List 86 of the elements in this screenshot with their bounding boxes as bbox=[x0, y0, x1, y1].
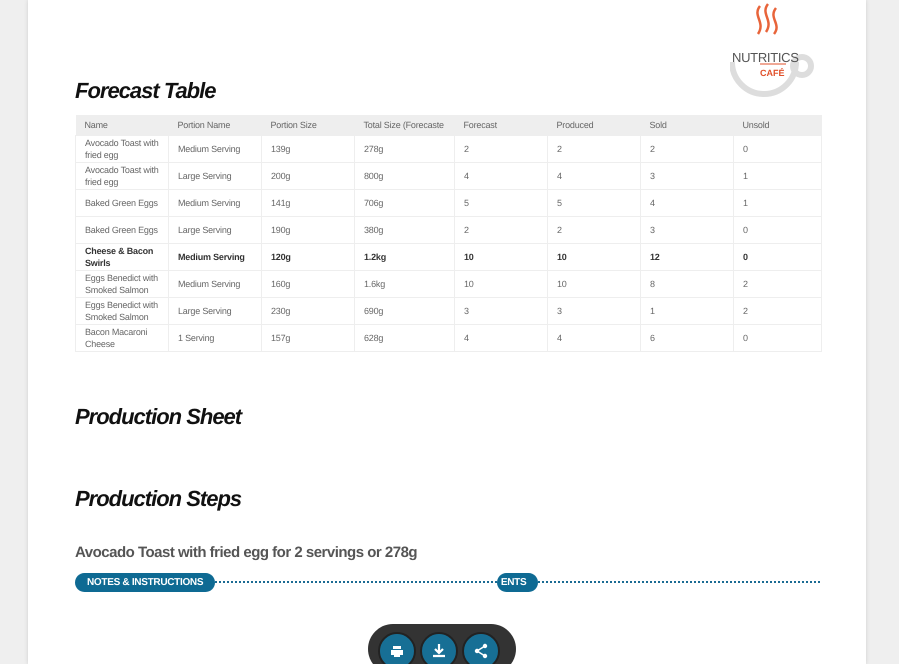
table-cell: 1 bbox=[640, 298, 734, 324]
table-cell: Bacon Macaroni Cheese bbox=[76, 324, 168, 352]
table-cell: 10 bbox=[454, 270, 548, 298]
logo-text: NUTRITICS bbox=[732, 50, 799, 65]
table-cell: 278g bbox=[354, 136, 454, 162]
table-cell: 160g bbox=[262, 270, 354, 298]
section-title: Production Sheet bbox=[75, 404, 244, 430]
table-cell: 0 bbox=[734, 244, 822, 270]
table-cell: Avocado Toast with fried egg bbox=[76, 136, 168, 162]
table-cell: 200g bbox=[262, 162, 354, 190]
table-cell: 706g bbox=[354, 190, 454, 216]
table-cell: 1 bbox=[734, 190, 822, 216]
table-cell: Eggs Benedict with Smoked Salmon bbox=[76, 298, 168, 324]
column-header: Portion Name bbox=[168, 115, 262, 136]
table-cell: 4 bbox=[454, 162, 548, 190]
table-cell: 1.2kg bbox=[354, 244, 454, 270]
column-header: Name bbox=[76, 115, 168, 136]
table-cell: 10 bbox=[454, 244, 548, 270]
column-header: Portion Size bbox=[262, 115, 354, 136]
recipe-heading: Avocado Toast with fried egg for 2 servings or 278g bbox=[75, 544, 418, 562]
table-cell: 4 bbox=[548, 324, 640, 352]
table-cell: 628g bbox=[354, 324, 454, 352]
table-cell: Baked Green Eggs bbox=[76, 190, 168, 216]
table-cell: 3 bbox=[640, 162, 734, 190]
table-cell: 2 bbox=[454, 216, 548, 244]
table-cell: 12 bbox=[640, 244, 734, 270]
table-cell: Baked Green Eggs bbox=[76, 216, 168, 244]
share-button[interactable] bbox=[462, 632, 500, 664]
table-cell: Large Serving bbox=[168, 216, 262, 244]
table-cell: 3 bbox=[454, 298, 548, 324]
table-cell: 190g bbox=[262, 216, 354, 244]
table-cell: 139g bbox=[262, 136, 354, 162]
table-cell: 0 bbox=[734, 136, 822, 162]
section-title: Forecast Table bbox=[75, 78, 216, 104]
table-cell: Cheese & Bacon Swirls bbox=[76, 244, 168, 270]
print-button[interactable] bbox=[378, 632, 416, 664]
column-header: Total Size (Forecaste bbox=[354, 115, 454, 136]
table-cell: 4 bbox=[454, 324, 548, 352]
table-cell: Large Serving bbox=[168, 298, 262, 324]
table-cell: 0 bbox=[734, 324, 822, 352]
column-header: Sold bbox=[640, 115, 734, 136]
column-header: Forecast bbox=[454, 115, 548, 136]
table-cell: 10 bbox=[548, 244, 640, 270]
table-cell: 3 bbox=[640, 216, 734, 244]
share-icon bbox=[473, 643, 489, 659]
table-cell: 2 bbox=[734, 270, 822, 298]
table-cell: 157g bbox=[262, 324, 354, 352]
table-cell: 230g bbox=[262, 298, 354, 324]
table-cell: Medium Serving bbox=[168, 136, 262, 162]
table-cell: 2 bbox=[734, 298, 822, 324]
table-cell: 4 bbox=[548, 162, 640, 190]
table-cell: 0 bbox=[734, 216, 822, 244]
table-cell: 8 bbox=[640, 270, 734, 298]
download-button[interactable] bbox=[420, 632, 458, 664]
table-cell: Avocado Toast with fried egg bbox=[76, 162, 168, 190]
section-title: Production Steps bbox=[75, 486, 242, 512]
table-cell: 380g bbox=[354, 216, 454, 244]
table-cell: 3 bbox=[548, 298, 640, 324]
table-cell: 6 bbox=[640, 324, 734, 352]
table-cell: 141g bbox=[262, 190, 354, 216]
table-cell: 5 bbox=[548, 190, 640, 216]
column-header: Produced bbox=[548, 115, 640, 136]
table-cell: 10 bbox=[548, 270, 640, 298]
table-cell: 120g bbox=[262, 244, 354, 270]
section-tab[interactable]: ENTS bbox=[496, 572, 538, 592]
table-cell: 1.6kg bbox=[354, 270, 454, 298]
table-cell: 1 Serving bbox=[168, 324, 262, 352]
print-icon bbox=[389, 643, 405, 659]
table-cell: Large Serving bbox=[168, 162, 262, 190]
table-cell: 1 bbox=[734, 162, 822, 190]
column-header: Unsold bbox=[734, 115, 822, 136]
table-cell: 2 bbox=[548, 216, 640, 244]
table-cell: 2 bbox=[640, 136, 734, 162]
table-cell: 2 bbox=[454, 136, 548, 162]
table-cell: 5 bbox=[454, 190, 548, 216]
table-cell: Eggs Benedict with Smoked Salmon bbox=[76, 270, 168, 298]
logo-subtitle: CAFÉ bbox=[760, 68, 784, 78]
table-cell: Medium Serving bbox=[168, 270, 262, 298]
download-icon bbox=[431, 643, 447, 659]
table-cell: 690g bbox=[354, 298, 454, 324]
table-cell: Medium Serving bbox=[168, 244, 262, 270]
section-tab[interactable]: NOTES & INSTRUCTIONS bbox=[75, 572, 216, 592]
table-cell: Medium Serving bbox=[168, 190, 262, 216]
table-cell: 800g bbox=[354, 162, 454, 190]
table-cell: 4 bbox=[640, 190, 734, 216]
table-cell: 2 bbox=[548, 136, 640, 162]
